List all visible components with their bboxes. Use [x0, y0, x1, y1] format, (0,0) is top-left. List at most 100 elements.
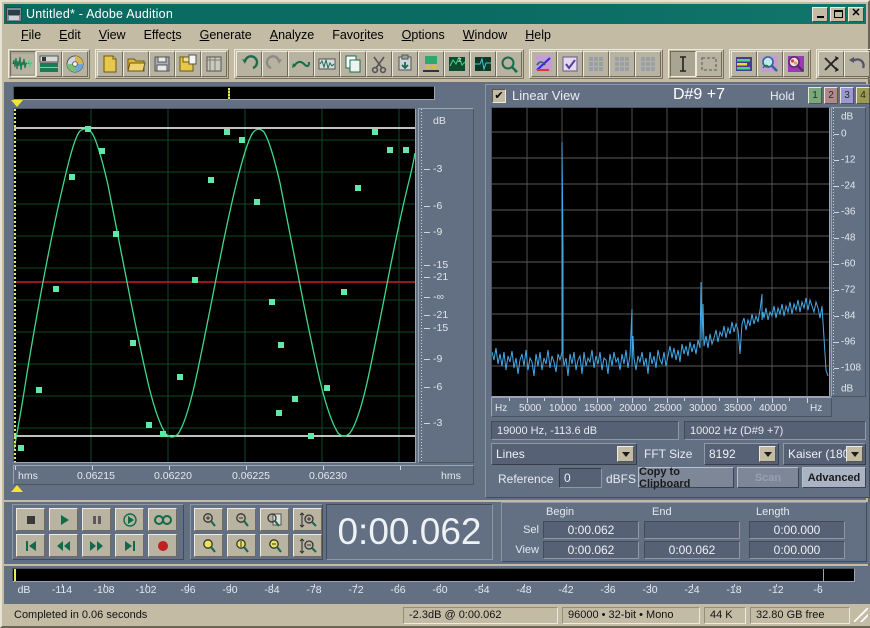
- zoom-in-horizontal-button[interactable]: [194, 508, 223, 531]
- peak-readout: 10002 Hz (D#9 +7): [684, 421, 866, 440]
- stop-button[interactable]: [16, 508, 45, 531]
- rewind-button[interactable]: [49, 534, 78, 557]
- normalize-icon[interactable]: z: [444, 51, 470, 77]
- copy-to-clipboard-button[interactable]: Copy to Clipboard: [638, 466, 734, 490]
- open-file-icon[interactable]: [123, 51, 149, 77]
- menu-edit[interactable]: Edit: [50, 26, 90, 44]
- hold-button-3[interactable]: 3: [840, 87, 854, 104]
- chevron-down-icon[interactable]: [846, 446, 863, 462]
- show-levels-icon[interactable]: [731, 51, 757, 77]
- minimize-button[interactable]: [812, 6, 828, 22]
- pause-button[interactable]: [82, 508, 111, 531]
- spectrum-db-ruler[interactable]: dB 0 -12 -24 -36 -48 -60 -72 -84 -96 -10…: [831, 107, 866, 397]
- window-title: Untitled* - Adobe Audition: [26, 7, 173, 21]
- trim-icon[interactable]: [418, 51, 444, 77]
- fft-size-combo[interactable]: 8192: [704, 443, 779, 465]
- spectral-phase-icon[interactable]: [635, 51, 661, 77]
- zoom-out-horizontal-button[interactable]: [227, 508, 256, 531]
- cd-view-icon[interactable]: [62, 51, 88, 77]
- view-length-field[interactable]: 0:00.000: [749, 541, 845, 559]
- chevron-down-icon[interactable]: [617, 446, 634, 462]
- menu-view[interactable]: View: [90, 26, 135, 44]
- undo-icon[interactable]: [236, 51, 262, 77]
- zoom-in-vertical-button[interactable]: [293, 508, 322, 531]
- menu-options[interactable]: Options: [393, 26, 454, 44]
- fast-forward-button[interactable]: [82, 534, 111, 557]
- view-start-marker-icon[interactable]: [11, 100, 23, 107]
- hold-button-group: 1 2 3 4: [808, 87, 870, 104]
- menu-help[interactable]: Help: [516, 26, 560, 44]
- waveform-display[interactable]: [13, 108, 416, 463]
- resize-grip-icon[interactable]: [854, 608, 868, 622]
- zoom-to-left-edge-button[interactable]: [227, 534, 256, 557]
- linear-view-checkbox[interactable]: ✔: [492, 89, 506, 103]
- waveform-display-icon[interactable]: [531, 51, 557, 77]
- phase-analysis-icon[interactable]: [783, 51, 809, 77]
- save-as-icon[interactable]: [175, 51, 201, 77]
- menu-effects[interactable]: Effects: [135, 26, 191, 44]
- edit-view-icon[interactable]: [10, 51, 36, 77]
- sel-end-field[interactable]: [644, 521, 740, 539]
- display-type-value: Lines: [496, 447, 525, 461]
- view-end-field[interactable]: 0:00.062: [644, 541, 740, 559]
- go-to-beginning-button[interactable]: [16, 534, 45, 557]
- advanced-button[interactable]: Advanced: [802, 467, 866, 488]
- hold-button-2[interactable]: 2: [824, 87, 838, 104]
- reference-input[interactable]: 0: [559, 468, 602, 488]
- reverse-icon[interactable]: [844, 51, 870, 77]
- spectral-freq-icon[interactable]: [583, 51, 609, 77]
- frequency-analysis-icon[interactable]: [757, 51, 783, 77]
- scan-button[interactable]: Scan: [737, 467, 799, 488]
- zoom-to-selection-button[interactable]: [194, 534, 223, 557]
- menu-window[interactable]: Window: [454, 26, 516, 44]
- status-bar: Completed in 0.06 seconds -2.3dB @ 0:00.…: [4, 604, 870, 626]
- noise-reduction-icon[interactable]: [818, 51, 844, 77]
- show-grid-icon[interactable]: [557, 51, 583, 77]
- amplify-icon[interactable]: [470, 51, 496, 77]
- save-icon[interactable]: [149, 51, 175, 77]
- display-type-combo[interactable]: Lines: [491, 443, 637, 465]
- hold-button-4[interactable]: 4: [856, 87, 870, 104]
- level-meter-bar[interactable]: [12, 568, 855, 582]
- record-button[interactable]: [148, 534, 177, 557]
- close-button[interactable]: ✕: [848, 6, 864, 22]
- time-display[interactable]: 0:00.062: [326, 504, 493, 560]
- mix-paste-icon[interactable]: [314, 51, 340, 77]
- sel-begin-field[interactable]: 0:00.062: [543, 521, 639, 539]
- zoom-out-vertical-button[interactable]: [293, 534, 322, 557]
- close-file-icon[interactable]: [201, 51, 227, 77]
- view-begin-field[interactable]: 0:00.062: [543, 541, 639, 559]
- paste-icon[interactable]: [392, 51, 418, 77]
- spectrum-hz-ruler[interactable]: Hz 5000 10000 15000 20000 25000 30000 35…: [491, 397, 832, 417]
- menu-generate[interactable]: Generate: [191, 26, 261, 44]
- menu-file[interactable]: File: [12, 26, 50, 44]
- convert-sample-type-icon[interactable]: [496, 51, 522, 77]
- multitrack-view-icon[interactable]: [36, 51, 62, 77]
- spectral-pan-icon[interactable]: [609, 51, 635, 77]
- hold-button-1[interactable]: 1: [808, 87, 822, 104]
- repeat-last-icon[interactable]: [288, 51, 314, 77]
- waveform-time-ruler[interactable]: hms 0.06215 0.06220 0.06225 0.06230 hms: [13, 465, 474, 485]
- waveform-db-ruler[interactable]: dB -3 -6 -9 -15 -21 -∞ -21 -15 -9 -6 -3: [418, 108, 474, 463]
- spectrum-display[interactable]: [491, 107, 830, 397]
- go-to-end-button[interactable]: [115, 534, 144, 557]
- view-end-marker-icon[interactable]: [11, 485, 23, 492]
- zoom-out-full-button[interactable]: [260, 508, 289, 531]
- maximize-button[interactable]: [830, 6, 846, 22]
- redo-icon[interactable]: [262, 51, 288, 77]
- zoom-to-right-edge-button[interactable]: [260, 534, 289, 557]
- window-function-combo[interactable]: Kaiser (180d: [783, 443, 866, 465]
- play-button[interactable]: [49, 508, 78, 531]
- waveform-overview-bar[interactable]: [13, 86, 435, 100]
- play-to-end-button[interactable]: [115, 508, 144, 531]
- menu-analyze[interactable]: Analyze: [261, 26, 323, 44]
- marquee-selection-tool-icon[interactable]: [696, 51, 722, 77]
- menu-favorites[interactable]: Favorites: [323, 26, 392, 44]
- new-file-icon[interactable]: [97, 51, 123, 77]
- chevron-down-icon[interactable]: [759, 446, 776, 462]
- loop-button[interactable]: [148, 508, 177, 531]
- time-selection-tool-icon[interactable]: [670, 51, 696, 77]
- copy-icon[interactable]: [340, 51, 366, 77]
- sel-length-field[interactable]: 0:00.000: [749, 521, 845, 539]
- cut-icon[interactable]: [366, 51, 392, 77]
